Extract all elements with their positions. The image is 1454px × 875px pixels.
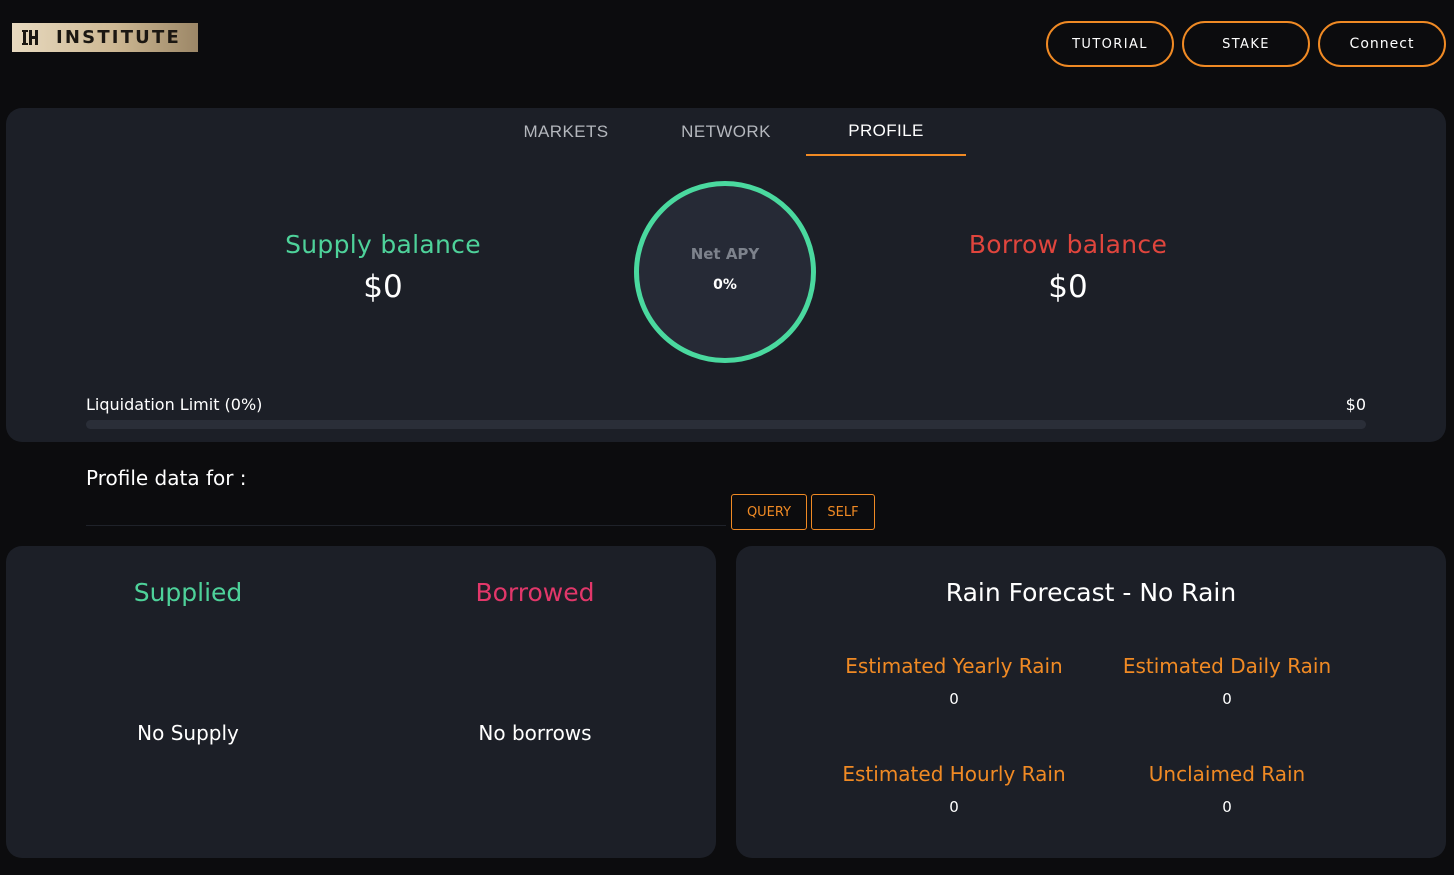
net-apy-ring: Net APY 0% [634,181,816,363]
unclaimed-rain-stat: Unclaimed Rain 0 [1077,762,1377,816]
borrow-balance-value: $0 [1048,269,1088,305]
supplied-title: Supplied [133,578,243,607]
yearly-rain-label: Estimated Yearly Rain [845,654,1063,678]
query-button[interactable]: QUERY [731,494,807,530]
overview-panel: MARKETS NETWORK PROFILE Supply balance $… [6,108,1446,442]
hourly-rain-label: Estimated Hourly Rain [842,762,1066,786]
stake-button[interactable]: STAKE [1182,21,1310,67]
daily-rain-value: 0 [1222,690,1232,708]
app-root: INSTITUTE TUTORIAL STAKE Connect MARKETS… [0,0,1454,875]
liquidation-limit-bar [86,420,1366,429]
tab-profile[interactable]: PROFILE [806,108,966,156]
hourly-rain-value: 0 [949,798,959,816]
borrow-balance-title: Borrow balance [968,230,1168,259]
no-supply-text: No Supply [137,721,239,745]
unclaimed-rain-label: Unclaimed Rain [1148,762,1306,786]
supply-balance-title: Supply balance [285,230,481,259]
daily-rain-stat: Estimated Daily Rain 0 [1077,654,1377,708]
institute-logo-icon [22,30,38,45]
liquidation-limit-amount: $0 [1345,395,1366,414]
yearly-rain-value: 0 [949,690,959,708]
profile-address-input[interactable] [86,496,726,526]
profile-data-label: Profile data for : [86,466,247,490]
daily-rain-label: Estimated Daily Rain [1122,654,1332,678]
hourly-rain-stat: Estimated Hourly Rain 0 [804,762,1104,816]
net-apy-label: Net APY [690,245,760,263]
self-button[interactable]: SELF [811,494,875,530]
supply-balance: Supply balance $0 [203,230,563,305]
yearly-rain-stat: Estimated Yearly Rain 0 [804,654,1104,708]
tab-network[interactable]: NETWORK [646,108,806,156]
supply-balance-value: $0 [363,269,403,305]
net-apy-value: 0% [713,277,737,293]
borrow-balance: Borrow balance $0 [888,230,1248,305]
rain-forecast-panel: Rain Forecast - No Rain Estimated Yearly… [736,546,1446,858]
tab-bar: MARKETS NETWORK PROFILE [6,108,1446,158]
connect-button[interactable]: Connect [1318,21,1446,67]
positions-panel: Supplied No Supply Borrowed No borrows [6,546,716,858]
logo-text: INSTITUTE [56,27,181,48]
institute-logo[interactable]: INSTITUTE [12,23,198,52]
borrowed-title: Borrowed [475,578,595,607]
tutorial-button[interactable]: TUTORIAL [1046,21,1174,67]
no-borrows-text: No borrows [478,721,592,745]
unclaimed-rain-value: 0 [1222,798,1232,816]
liquidation-limit-label: Liquidation Limit (0%) [86,395,263,414]
tab-markets[interactable]: MARKETS [486,108,646,156]
rain-forecast-title: Rain Forecast - No Rain [945,578,1237,607]
